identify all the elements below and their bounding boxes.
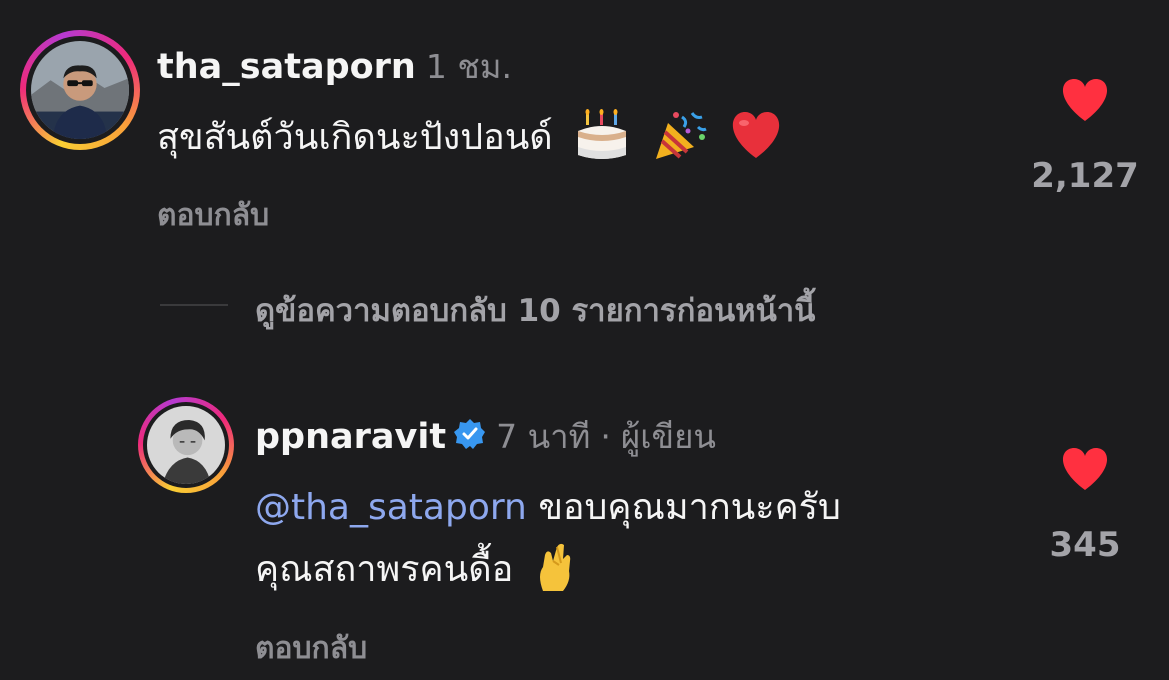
comment-text: สุขสันต์วันเกิดนะปังปอนด์ — [157, 108, 783, 170]
reply-text-line2-body: คุณสถาพรคนดื้อ — [255, 549, 514, 590]
reply-author-label: ผู้เขียน — [620, 417, 716, 456]
reply-like-heart-icon[interactable] — [1060, 447, 1110, 495]
avatar-ppnaravit[interactable] — [138, 397, 234, 493]
reply-text-line2: คุณสถาพรคนดื้อ — [255, 540, 577, 602]
avatar-gap — [26, 36, 134, 144]
birthday-cake-icon — [574, 108, 630, 170]
party-popper-icon — [652, 109, 708, 170]
reply-mention-link[interactable]: @tha_sataporn — [255, 487, 527, 528]
avatar-image — [31, 41, 129, 139]
reply-text-line1: @tha_sataporn ขอบคุณมากนะครับ — [255, 478, 841, 535]
comment-text-body: สุขสันต์วันเกิดนะปังปอนด์ — [157, 117, 553, 158]
red-heart-icon — [729, 110, 783, 169]
avatar-gap — [143, 402, 229, 488]
reply-text-line1-body: ขอบคุณมากนะครับ — [538, 487, 841, 528]
comment-reply-button[interactable]: ตอบกลับ — [157, 192, 269, 239]
comment-time: 1 ชม. — [425, 47, 512, 86]
avatar-image — [147, 406, 225, 484]
reply-like-count: 345 — [1049, 525, 1121, 565]
thread-divider-line — [160, 304, 228, 306]
crossed-fingers-icon — [535, 541, 577, 602]
reply-username[interactable]: ppnaravit 7 นาที · ผู้เขียน — [255, 410, 716, 463]
view-previous-replies-button[interactable]: ดูข้อความตอบกลับ 10 รายการก่อนหน้านี้ — [255, 285, 815, 335]
avatar-tha-sataporn[interactable] — [20, 30, 140, 150]
comment-username[interactable]: tha_sataporn 1 ชม. — [157, 40, 512, 93]
reply-meta-separator: · — [600, 417, 611, 456]
reply-time: 7 นาที — [496, 417, 591, 456]
reply-reply-button[interactable]: ตอบกลับ — [255, 625, 367, 672]
verified-badge-icon — [454, 418, 486, 459]
comment-username-text[interactable]: tha_sataporn — [157, 47, 416, 87]
comment-like-heart-icon[interactable] — [1060, 78, 1110, 126]
comment-like-count: 2,127 — [1031, 156, 1139, 196]
reply-username-text[interactable]: ppnaravit — [255, 417, 446, 457]
